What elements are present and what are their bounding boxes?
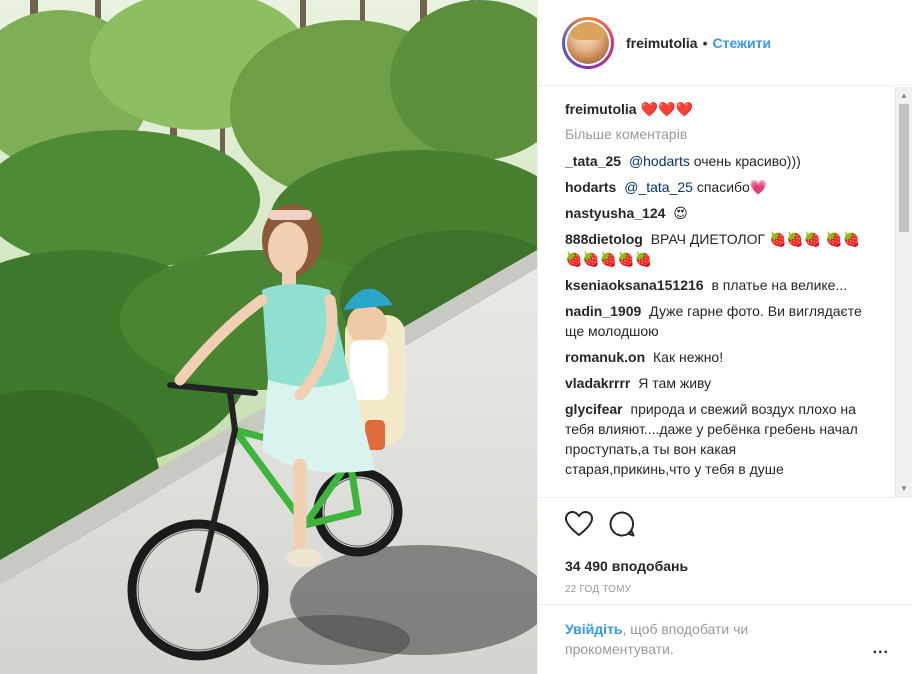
- post-sidebar: freimutolia • Стежити freimutolia ❤️❤️❤️ …: [537, 0, 912, 674]
- caption-text: ❤️❤️❤️: [640, 101, 693, 117]
- likes-count[interactable]: 34 490 вподобань: [565, 558, 889, 574]
- comment-button[interactable]: [609, 511, 635, 540]
- comment-text: Как нежно!: [653, 349, 724, 365]
- action-icons: [564, 510, 889, 540]
- scroll-up-icon[interactable]: ▲: [896, 87, 912, 104]
- comments-scrollbar[interactable]: ▲ ▼: [895, 87, 912, 497]
- comment-text: в платье на велике...: [711, 277, 848, 293]
- comment-item: glycifear природа и свежий воздух плохо …: [565, 399, 865, 479]
- comment-text: 😍: [673, 205, 688, 221]
- load-more-comments[interactable]: Більше коментарів: [565, 126, 889, 142]
- comment-text: очень красиво))): [693, 153, 801, 169]
- separator-dot: •: [702, 34, 708, 51]
- heart-icon: [564, 510, 594, 536]
- login-prompt-text: Увійдіть, щоб вподобати чи прокоментуват…: [565, 619, 815, 659]
- photo-illustration: [0, 0, 537, 674]
- login-link[interactable]: Увійдіть: [565, 621, 623, 637]
- scrollbar-thumb[interactable]: [899, 104, 909, 232]
- avatar-image: [567, 21, 609, 64]
- post-timestamp[interactable]: 22 год тому: [565, 584, 889, 595]
- comment-mention[interactable]: @hodarts: [629, 153, 690, 169]
- comment-username[interactable]: hodarts: [565, 179, 616, 195]
- comment-text: спасибо💗: [696, 179, 768, 195]
- login-prompt: Увійдіть, щоб вподобати чи прокоментуват…: [538, 604, 912, 659]
- follow-button[interactable]: Стежити: [712, 35, 771, 51]
- caption-username[interactable]: freimutolia: [565, 101, 637, 117]
- comment-username[interactable]: romanuk.on: [565, 349, 645, 365]
- author-username[interactable]: freimutolia: [626, 35, 698, 51]
- comment-item: vladakrrrr Я там живу: [565, 373, 865, 393]
- comment-username[interactable]: 888dietolog: [565, 231, 643, 247]
- comment-username[interactable]: nadin_1909: [565, 303, 641, 319]
- comment-item: romanuk.on Как нежно!: [565, 347, 865, 367]
- comment-item: nastyusha_124 😍: [565, 203, 865, 223]
- comment-item: hodarts @_tata_25 спасибо💗: [565, 177, 865, 197]
- avatar-border: [565, 19, 611, 66]
- more-options-icon[interactable]: ...: [873, 639, 889, 659]
- comment-item: 888dietolog ВРАЧ ДИЕТОЛОГ 🍓🍓🍓 🍓🍓🍓🍓🍓🍓🍓: [565, 229, 865, 269]
- comment-username[interactable]: vladakrrrr: [565, 375, 630, 391]
- like-button[interactable]: [564, 510, 594, 540]
- comment-username[interactable]: _tata_25: [565, 153, 621, 169]
- comment-username[interactable]: nastyusha_124: [565, 205, 665, 221]
- comment-item: _tata_25 @hodarts очень красиво))): [565, 151, 865, 171]
- comment-item: kseniaoksana151216 в платье на велике...: [565, 275, 865, 295]
- comment-mention[interactable]: @_tata_25: [624, 179, 693, 195]
- comment-text: Я там живу: [638, 375, 712, 391]
- post-photo[interactable]: [0, 0, 537, 674]
- scroll-down-icon[interactable]: ▼: [896, 480, 912, 497]
- comment-username[interactable]: kseniaoksana151216: [565, 277, 704, 293]
- caption: freimutolia ❤️❤️❤️: [565, 99, 865, 119]
- post-actions: 34 490 вподобань 22 год тому: [538, 497, 912, 595]
- post-header: freimutolia • Стежити: [538, 0, 912, 86]
- comment-username[interactable]: glycifear: [565, 401, 623, 417]
- comment-item: nadin_1909 Дуже гарне фото. Ви виглядаєт…: [565, 301, 865, 341]
- comment-bubble-icon: [609, 511, 635, 536]
- comments-list[interactable]: freimutolia ❤️❤️❤️ Більше коментарів _tat…: [538, 87, 912, 497]
- instagram-post: freimutolia • Стежити freimutolia ❤️❤️❤️ …: [0, 0, 912, 674]
- avatar[interactable]: [562, 16, 614, 69]
